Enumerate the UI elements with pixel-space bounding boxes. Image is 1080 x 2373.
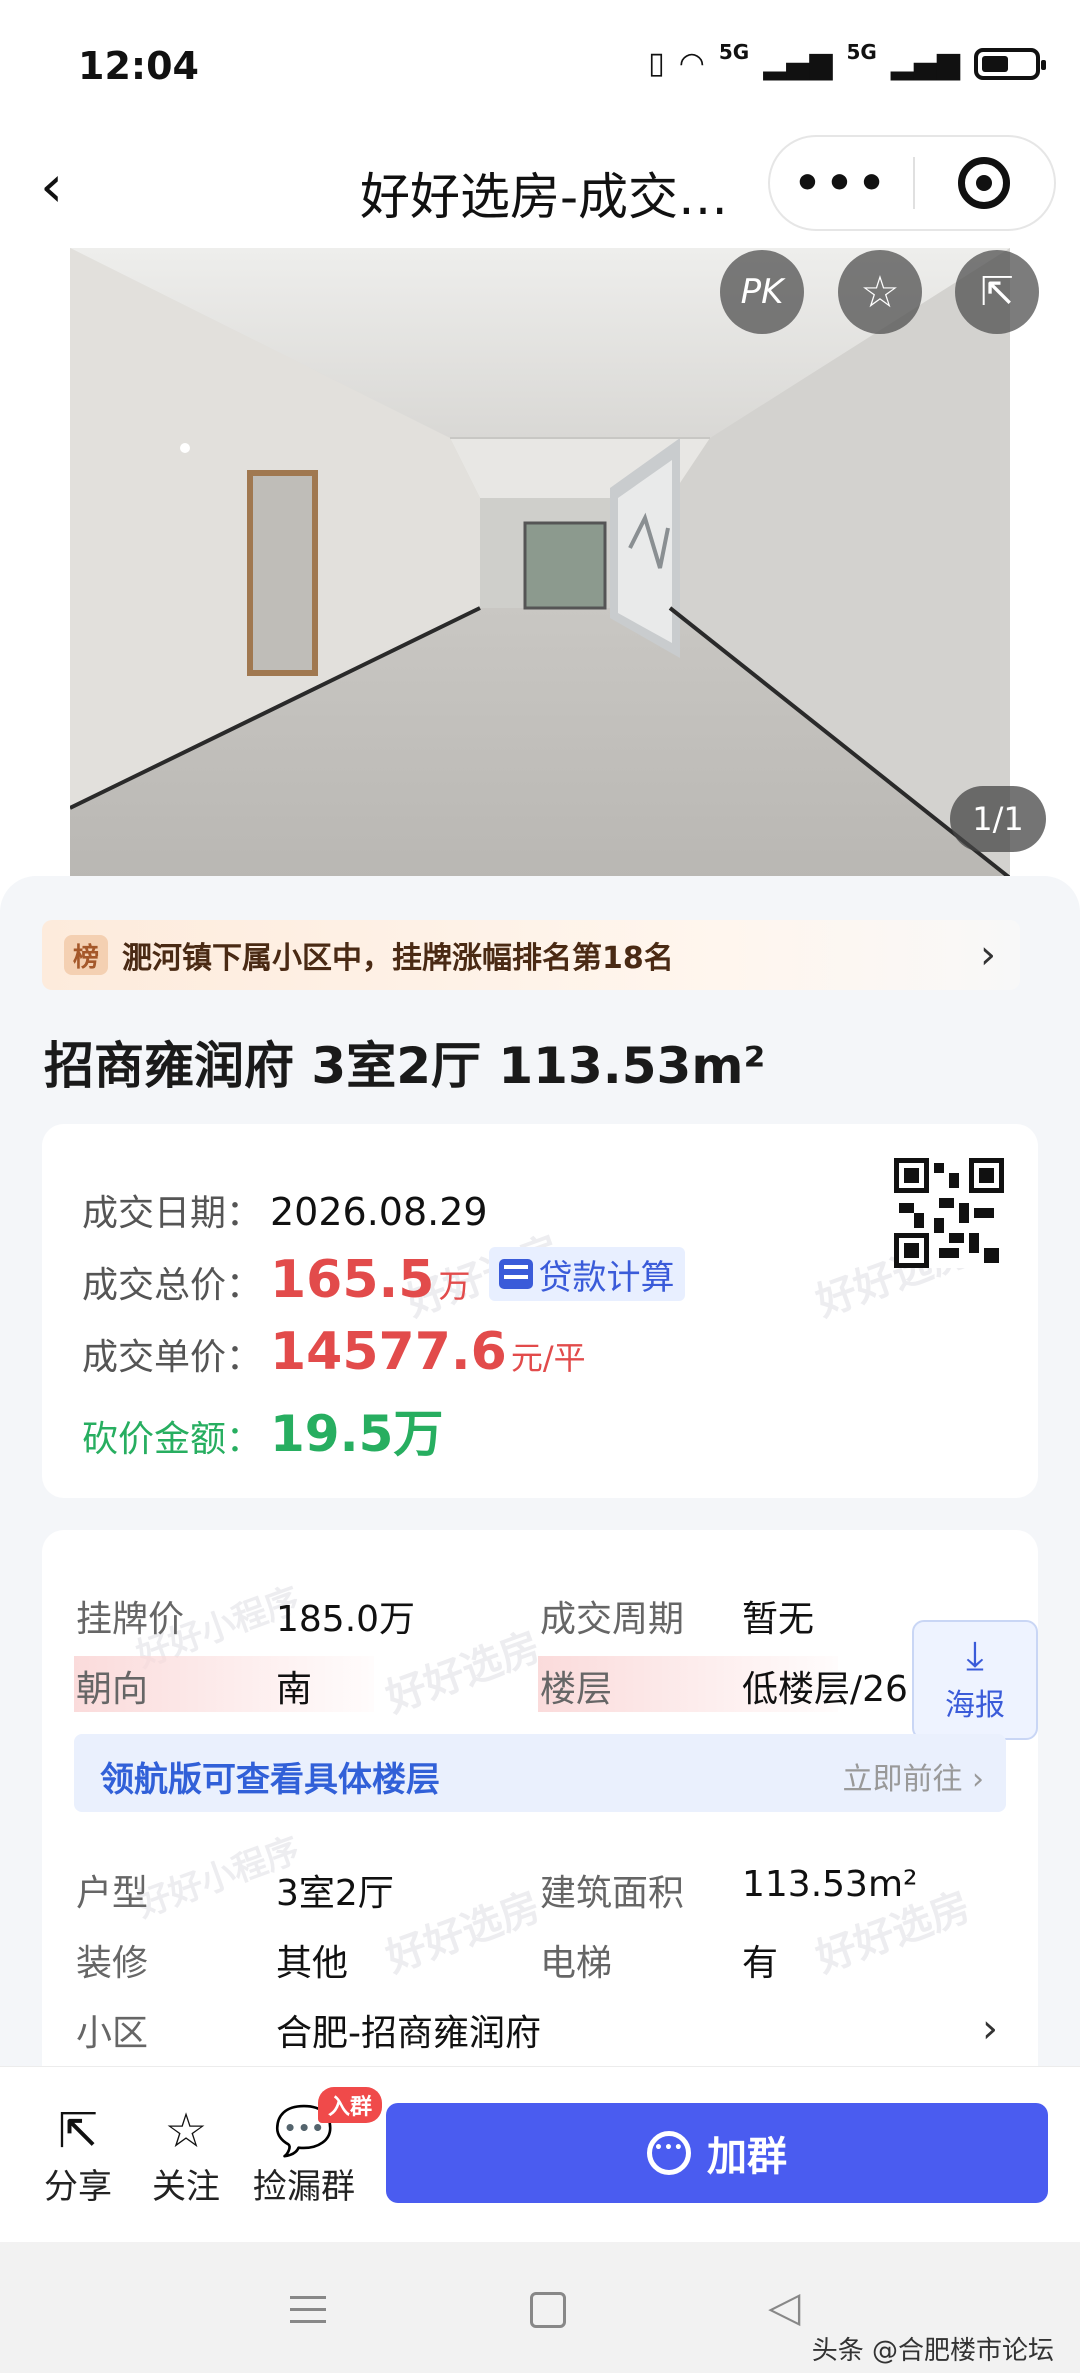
status-bar: 12:04 ▯ ◠ 5G ▂▄▆ 5G ▂▄▆: [0, 0, 1080, 130]
area-label: 建筑面积: [540, 1873, 685, 1914]
signal-icon: ▂▄▆: [763, 46, 833, 81]
deal-total: 165.5: [270, 1250, 435, 1310]
system-nav-bar: ◁ 头条 @合肥楼市论坛: [0, 2242, 1080, 2373]
elevator-label: 电梯: [540, 1943, 613, 1984]
share-icon: ⇱: [57, 2103, 99, 2159]
floor: 低楼层/26: [742, 1669, 908, 1710]
list-price-label: 挂牌价: [76, 1599, 185, 1640]
back-icon[interactable]: ‹: [40, 157, 63, 215]
calculator-icon: [498, 1259, 533, 1289]
community-link[interactable]: 合肥-招商雍润府: [276, 2004, 541, 2056]
qr-code[interactable]: [894, 1158, 1004, 1268]
decoration: 其他: [276, 1943, 349, 1984]
chat-icon: [647, 2131, 691, 2175]
rank-badge: 榜: [64, 935, 108, 975]
deal-cycle: 暂无: [742, 1599, 815, 1640]
area: 113.53m²: [742, 1864, 918, 1905]
floor-label: 楼层: [540, 1669, 613, 1710]
target-icon: [958, 157, 1011, 209]
back-triangle-icon[interactable]: ◁: [768, 2282, 800, 2331]
layout: 3室2厅: [276, 1873, 394, 1914]
join-group-label: 加群: [707, 2134, 787, 2180]
status-icons: ▯ ◠ 5G ▂▄▆ 5G ▂▄▆: [648, 40, 1046, 81]
deal-total-unit: 万: [438, 1267, 471, 1305]
upgrade-text: 领航版可查看具体楼层: [100, 1760, 440, 1800]
share-icon[interactable]: ⇱: [955, 250, 1039, 334]
signal-label-1: 5G: [718, 39, 750, 64]
share-label: 分享: [44, 2167, 112, 2207]
deal-unit-row: 成交单价： 14577.6 元/平: [82, 1322, 586, 1382]
details-card: 好好小程序 好好选房 好好小程序 好好选房 好好选房 挂牌价 185.0万 成交…: [42, 1530, 1038, 2090]
star-icon: ☆: [164, 2103, 208, 2159]
share-button[interactable]: ⇱ 分享: [28, 2103, 128, 2208]
deal-total-label: 成交总价：: [82, 1265, 263, 1306]
rank-text: 淝河镇下属小区中，挂牌涨幅排名第18名: [122, 941, 674, 976]
content-panel: 榜 淝河镇下属小区中，挂牌涨幅排名第18名 › 招商雍润府 3室2厅 113.5…: [0, 876, 1080, 2090]
signal-label-2: 5G: [846, 39, 877, 64]
wifi-icon: ◠: [678, 46, 705, 81]
favorite-star-icon[interactable]: ☆: [838, 250, 922, 334]
join-group-badge: 入群: [318, 2087, 383, 2123]
house-photo[interactable]: [70, 248, 1010, 878]
deal-total-row: 成交总价： 165.5 万 贷款计算: [82, 1247, 685, 1310]
join-group-button[interactable]: 加群: [386, 2103, 1048, 2203]
deal-cut: 19.5万: [270, 1405, 444, 1463]
loan-calculator-button[interactable]: 贷款计算: [488, 1247, 685, 1301]
listing-headline: 招商雍润府 3室2厅 113.53m²: [44, 1037, 766, 1095]
orientation: 南: [276, 1669, 313, 1710]
photo-counter: 1/1: [950, 786, 1046, 852]
follow-label: 关注: [152, 2167, 220, 2207]
vibrate-icon: ▯: [648, 46, 665, 81]
list-price: 185.0万: [276, 1599, 416, 1640]
poster-label: 海报: [945, 1688, 1005, 1723]
poster-button[interactable]: ⤓ 海报: [912, 1620, 1038, 1740]
chevron-right-icon: ›: [980, 932, 996, 978]
orientation-label: 朝向: [76, 1669, 149, 1710]
elevator: 有: [742, 1943, 779, 1984]
deal-cut-label: 砍价金额：: [82, 1419, 263, 1460]
miniprogram-capsule: •••: [768, 135, 1056, 231]
signal-icon-2: ▂▄▆: [890, 46, 960, 81]
bargain-group-label: 捡漏群: [253, 2167, 355, 2207]
watermark-text: 好好选房: [380, 1883, 547, 1982]
upgrade-banner[interactable]: 领航版可查看具体楼层 立即前往 ›: [74, 1734, 1006, 1812]
pk-compare-button[interactable]: PK: [720, 250, 804, 334]
upgrade-go-link[interactable]: 立即前往 ›: [842, 1754, 984, 1798]
decoration-label: 装修: [76, 1943, 149, 1984]
battery-icon: [974, 47, 1046, 80]
deal-unit-price-unit: 元/平: [510, 1339, 586, 1377]
download-icon: ⤓: [966, 1633, 984, 1679]
deal-card: 好好选房 好好选房 成交日期： 2026.08.29 成交总价： 165.5 万…: [42, 1124, 1038, 1498]
loan-calculator-label: 贷款计算: [538, 1257, 675, 1298]
home-icon[interactable]: [530, 2292, 566, 2328]
deal-date-row: 成交日期： 2026.08.29: [82, 1184, 488, 1236]
deal-cut-row: 砍价金额： 19.5万: [82, 1394, 443, 1466]
deal-date-label: 成交日期：: [82, 1193, 263, 1234]
layout-label: 户型: [76, 1873, 149, 1914]
menu-icon[interactable]: [290, 2296, 326, 2332]
deal-date: 2026.08.29: [270, 1190, 488, 1234]
nav-bar: ‹ 好好选房-成交… •••: [0, 135, 1080, 245]
status-time: 12:04: [78, 44, 199, 88]
more-icon[interactable]: •••: [770, 158, 913, 209]
deal-cycle-label: 成交周期: [540, 1599, 685, 1640]
bottom-action-bar: ⇱ 分享 ☆ 关注 💬 捡漏群 入群 加群: [0, 2066, 1080, 2242]
community-label: 小区: [76, 2013, 149, 2054]
page-title: 好好选房-成交…: [360, 168, 729, 226]
deal-unit-price: 14577.6: [270, 1322, 507, 1382]
ranking-banner[interactable]: 榜 淝河镇下属小区中，挂牌涨幅排名第18名 ›: [42, 920, 1020, 990]
deal-unit-label: 成交单价：: [82, 1337, 263, 1378]
source-credit: 头条 @合肥楼市论坛: [811, 2336, 1054, 2366]
close-miniprogram-button[interactable]: [915, 157, 1054, 209]
interior-image: [70, 248, 1010, 878]
follow-button[interactable]: ☆ 关注: [136, 2103, 236, 2208]
chevron-right-icon[interactable]: ›: [982, 2006, 998, 2052]
